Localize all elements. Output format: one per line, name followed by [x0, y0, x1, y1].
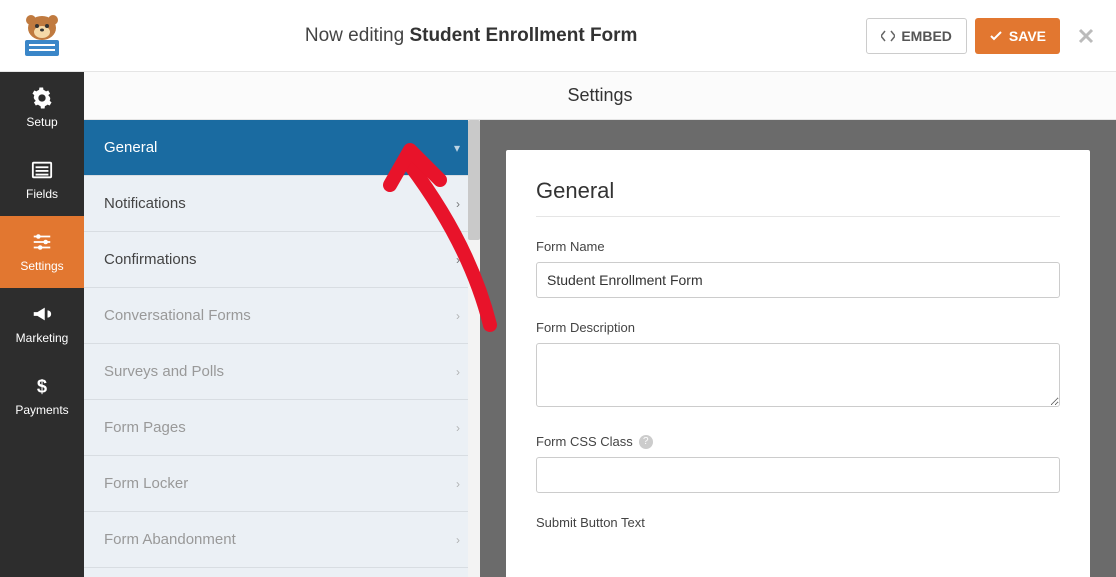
form-name-input[interactable]: [536, 262, 1060, 298]
submit-button-text-label: Submit Button Text: [536, 515, 1060, 530]
dollar-icon: $: [31, 375, 53, 397]
logo: [0, 14, 84, 58]
embed-button[interactable]: EMBED: [866, 18, 967, 54]
chevron-right-icon: ›: [456, 477, 460, 491]
settings-item-notifications[interactable]: Notifications ›: [84, 176, 480, 232]
chevron-right-icon: ›: [456, 253, 460, 267]
close-icon: [1077, 27, 1095, 45]
form-desc-textarea[interactable]: [536, 343, 1060, 407]
gear-icon: [31, 87, 53, 109]
settings-item-conversational[interactable]: Conversational Forms ›: [84, 288, 480, 344]
nav-settings[interactable]: Settings: [0, 216, 84, 288]
chevron-right-icon: ›: [456, 533, 460, 547]
nav-setup[interactable]: Setup: [0, 72, 84, 144]
scrollbar-track[interactable]: [468, 120, 480, 577]
close-button[interactable]: [1068, 27, 1104, 45]
settings-item-form-abandonment[interactable]: Form Abandonment ›: [84, 512, 480, 568]
scrollbar-thumb[interactable]: [468, 120, 480, 240]
top-bar: Now editing Student Enrollment Form EMBE…: [0, 0, 1116, 72]
settings-list: General ▾ Notifications › Confirmations …: [84, 120, 480, 577]
form-title: Student Enrollment Form: [409, 25, 637, 46]
bullhorn-icon: [31, 303, 53, 325]
editing-prefix: Now editing: [305, 25, 410, 46]
left-nav: Setup Fields Settings Marketing $ Paymen…: [0, 72, 84, 577]
panel-heading: General: [536, 178, 1060, 217]
list-icon: [31, 159, 53, 181]
settings-item-form-locker[interactable]: Form Locker ›: [84, 456, 480, 512]
nav-marketing[interactable]: Marketing: [0, 288, 84, 360]
chevron-right-icon: ›: [456, 309, 460, 323]
preview-pane: General Form Name Form Description Form …: [480, 120, 1116, 577]
settings-item-general[interactable]: General ▾: [84, 120, 480, 176]
editing-title: Now editing Student Enrollment Form: [84, 25, 858, 47]
settings-item-confirmations[interactable]: Confirmations ›: [84, 232, 480, 288]
form-css-input[interactable]: [536, 457, 1060, 493]
save-button[interactable]: SAVE: [975, 18, 1060, 54]
nav-fields[interactable]: Fields: [0, 144, 84, 216]
sub-header: Settings: [84, 72, 1116, 120]
nav-payments[interactable]: $ Payments: [0, 360, 84, 432]
settings-item-form-pages[interactable]: Form Pages ›: [84, 400, 480, 456]
sliders-icon: [31, 231, 53, 253]
form-desc-label: Form Description: [536, 320, 1060, 335]
check-icon: [989, 29, 1003, 43]
chevron-right-icon: ›: [456, 421, 460, 435]
settings-item-surveys[interactable]: Surveys and Polls ›: [84, 344, 480, 400]
code-icon: [881, 29, 895, 43]
help-icon[interactable]: ?: [639, 435, 653, 449]
svg-text:$: $: [37, 375, 47, 396]
chevron-right-icon: ›: [456, 197, 460, 211]
general-panel: General Form Name Form Description Form …: [506, 150, 1090, 577]
chevron-right-icon: ›: [456, 365, 460, 379]
form-css-label: Form CSS Class ?: [536, 434, 1060, 449]
chevron-down-icon: ▾: [454, 141, 460, 155]
form-name-label: Form Name: [536, 239, 1060, 254]
